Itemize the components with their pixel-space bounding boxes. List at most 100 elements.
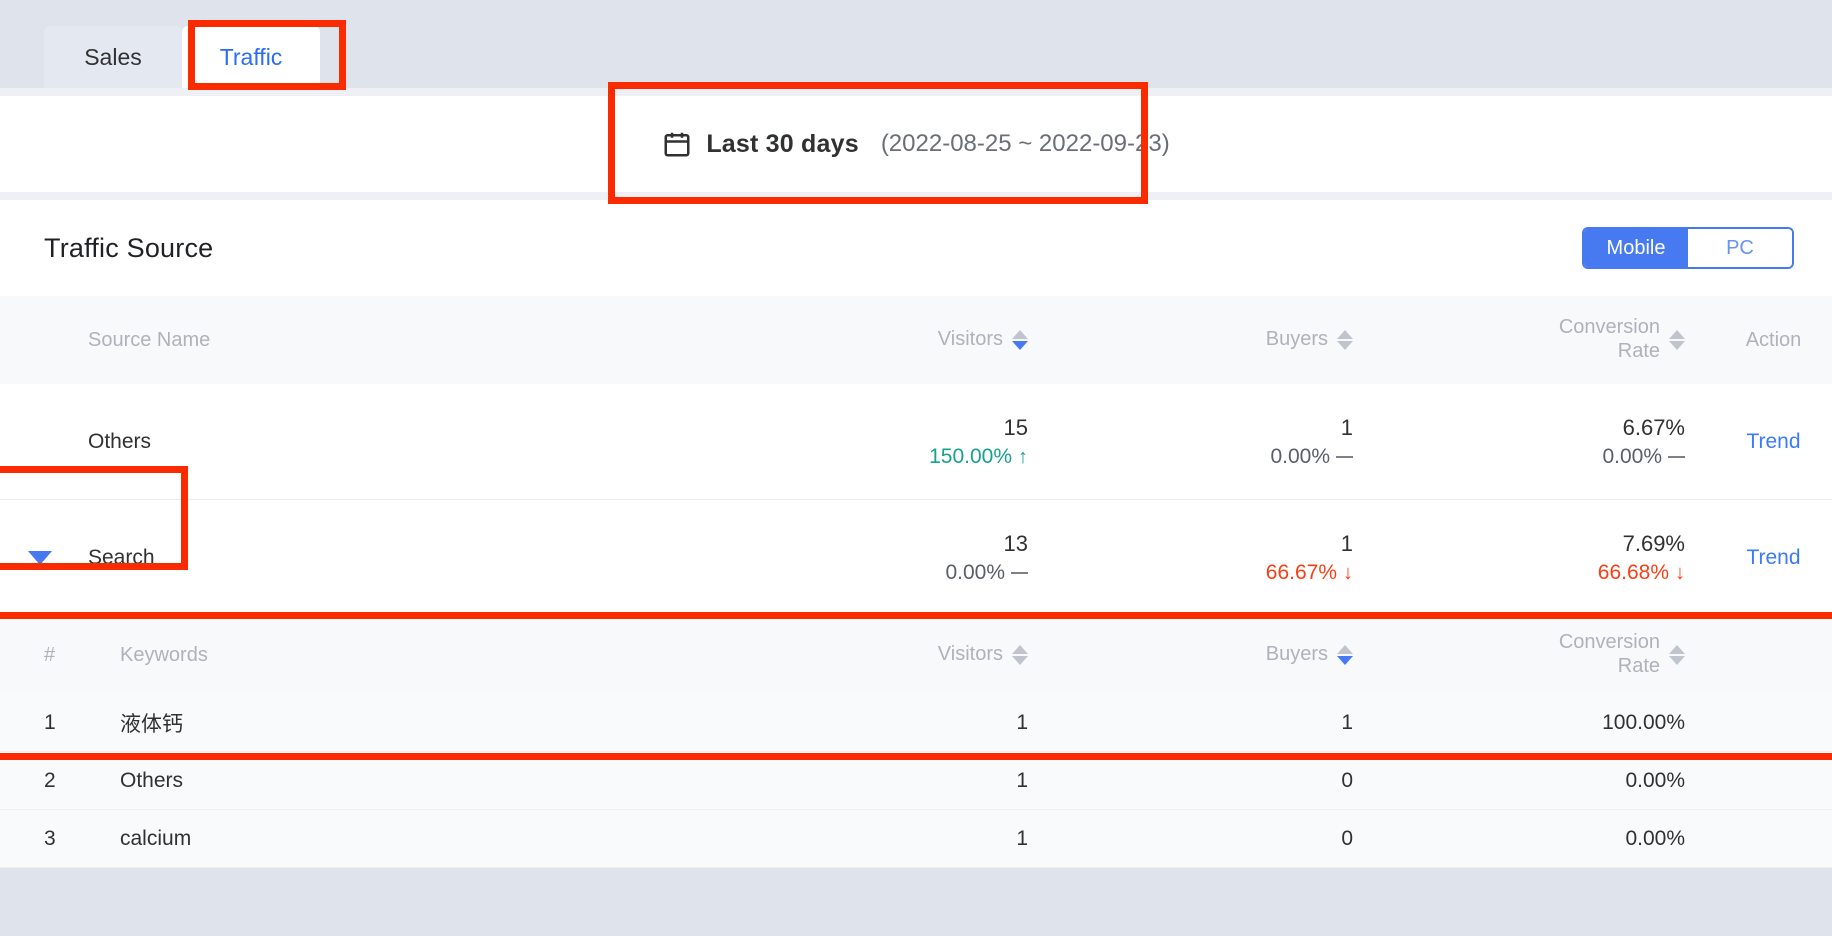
- date-range-picker[interactable]: Last 30 days (2022-08-25 ~ 2022-09-23): [0, 96, 1832, 192]
- header-keyword-visitors-label: Visitors: [937, 643, 1003, 666]
- keyword-visitors: 1: [1016, 826, 1028, 850]
- sort-desc-arrow-icon: [1337, 341, 1353, 350]
- sort-asc-arrow-icon: [1669, 645, 1685, 654]
- header-conversion-rate[interactable]: Conversion Rate: [1415, 316, 1715, 363]
- sort-keyword-conversion-icon[interactable]: [1669, 645, 1685, 665]
- visitors-value: 15: [1003, 414, 1028, 440]
- buyers-value: 1: [1340, 414, 1353, 440]
- visitors-value: 13: [1003, 530, 1028, 556]
- tab-traffic[interactable]: Traffic: [182, 26, 320, 88]
- header-conversion-rate-label: Conversion Rate: [1559, 316, 1660, 363]
- header-keyword-conversion[interactable]: Conversion Rate: [1415, 631, 1715, 678]
- keyword-visitors: 1: [1016, 768, 1028, 792]
- traffic-source-card: Traffic Source Mobile PC Source Name Vis…: [0, 200, 1832, 868]
- buyers-delta-value: 0.00%: [1270, 444, 1330, 468]
- date-range-label: Last 30 days: [706, 129, 859, 158]
- flat-dash-icon: [1336, 455, 1353, 458]
- arrow-down-icon: ↓: [1675, 561, 1685, 584]
- header-visitors-label: Visitors: [937, 328, 1003, 351]
- tab-sales[interactable]: Sales: [44, 26, 182, 88]
- keyword-name: calcium: [120, 826, 192, 850]
- date-range-value: (2022-08-25 ~ 2022-09-23): [880, 130, 1170, 157]
- trend-link[interactable]: Trend: [1746, 546, 1800, 569]
- device-toggle-mobile[interactable]: Mobile: [1584, 229, 1688, 267]
- sort-asc-arrow-icon: [1669, 330, 1685, 339]
- list-item[interactable]: 1 液体钙 1 1 100.00%: [0, 694, 1832, 752]
- header-keyword-buyers-label: Buyers: [1265, 643, 1328, 666]
- conversion-delta-value: 0.00%: [1602, 444, 1662, 468]
- conversion-value: 6.67%: [1622, 414, 1685, 440]
- arrow-down-icon: ↓: [1343, 561, 1353, 584]
- source-row-name-search[interactable]: Search: [0, 546, 760, 570]
- header-keyword: Keywords: [120, 643, 208, 666]
- source-row-name: Search: [88, 545, 155, 569]
- keyword-buyers: 0: [1341, 826, 1353, 850]
- keyword-conversion: 0.00%: [1625, 768, 1685, 792]
- sort-desc-arrow-icon: [1012, 656, 1028, 665]
- source-row-buyers: 1 66.67% ↓: [1090, 531, 1415, 585]
- header-source-name: Source Name: [88, 328, 211, 351]
- device-toggle: Mobile PC: [1582, 227, 1794, 269]
- keyword-buyers: 1: [1341, 710, 1353, 734]
- keywords-subtable: # Keywords Visitors Buyers Conversion Ra…: [0, 612, 1832, 868]
- device-toggle-pc-label: PC: [1726, 236, 1754, 259]
- sort-asc-arrow-icon: [1012, 330, 1028, 339]
- chevron-down-icon[interactable]: [28, 550, 52, 565]
- header-keyword-index: #: [44, 643, 56, 666]
- header-keyword-buyers[interactable]: Buyers: [1090, 643, 1415, 667]
- sort-keyword-buyers-icon[interactable]: [1337, 645, 1353, 665]
- card-header: Traffic Source Mobile PC: [0, 200, 1832, 296]
- buyers-delta: 0.00%: [1270, 445, 1353, 469]
- calendar-icon: [662, 129, 692, 159]
- device-toggle-pc[interactable]: PC: [1688, 229, 1792, 267]
- tab-traffic-label: Traffic: [219, 43, 283, 70]
- conversion-delta: 0.00%: [1602, 445, 1685, 469]
- visitors-delta-value: 150.00%: [929, 444, 1012, 468]
- header-keyword-conv-line2: Rate: [1617, 655, 1660, 677]
- sort-keyword-visitors-icon[interactable]: [1012, 645, 1028, 665]
- header-keyword-conv-line1: Conversion: [1558, 631, 1660, 654]
- keyword-name: 液体钙: [120, 712, 183, 736]
- list-item[interactable]: 2 Others 1 0 0.00%: [0, 752, 1832, 810]
- sort-conversion-icon[interactable]: [1669, 330, 1685, 350]
- source-row-name: Others: [88, 429, 152, 453]
- source-row-conversion: 6.67% 0.00%: [1415, 415, 1715, 469]
- visitors-delta: 0.00%: [945, 561, 1028, 585]
- header-visitors[interactable]: Visitors: [760, 328, 1090, 352]
- sort-desc-arrow-icon: [1669, 341, 1685, 350]
- source-row-action: Trend: [1715, 546, 1832, 570]
- header-buyers[interactable]: Buyers: [1090, 328, 1415, 352]
- source-row-buyers: 1 0.00%: [1090, 415, 1415, 469]
- source-row-action: Trend: [1715, 430, 1832, 454]
- sort-visitors-icon[interactable]: [1012, 330, 1028, 350]
- source-table-header: Source Name Visitors Buyers Conversion R…: [0, 296, 1832, 384]
- visitors-delta-value: 0.00%: [945, 560, 1005, 584]
- page-title: Traffic Source: [44, 232, 214, 263]
- conversion-delta-value: 66.68%: [1597, 560, 1669, 584]
- source-row-conversion: 7.69% 66.68% ↓: [1415, 531, 1715, 585]
- header-buyers-label: Buyers: [1265, 328, 1328, 351]
- trend-link[interactable]: Trend: [1746, 430, 1800, 453]
- top-tab-bar: Sales Traffic: [0, 0, 1832, 90]
- conversion-value: 7.69%: [1622, 530, 1685, 556]
- keyword-conversion: 100.00%: [1602, 710, 1685, 734]
- sort-desc-arrow-icon: [1012, 341, 1028, 350]
- date-filter-bar: Last 30 days (2022-08-25 ~ 2022-09-23): [0, 82, 1832, 204]
- buyers-delta-value: 66.67%: [1265, 560, 1337, 584]
- list-item[interactable]: 3 calcium 1 0 0.00%: [0, 810, 1832, 868]
- table-row[interactable]: Others 15 150.00% ↑ 1 0.00% 6.67% 0.00% …: [0, 384, 1832, 500]
- header-keyword-visitors[interactable]: Visitors: [760, 643, 1090, 667]
- table-row[interactable]: Search 13 0.00% 1 66.67% ↓ 7.69% 66.68% …: [0, 466, 1832, 616]
- sort-asc-arrow-icon: [1337, 330, 1353, 339]
- keyword-conversion: 0.00%: [1625, 826, 1685, 850]
- header-action: Action: [1745, 328, 1802, 351]
- header-keyword-conversion-label: Conversion Rate: [1559, 631, 1660, 678]
- sort-desc-arrow-icon: [1337, 656, 1353, 665]
- sort-buyers-icon[interactable]: [1337, 330, 1353, 350]
- keyword-index: 2: [44, 768, 56, 792]
- conversion-delta: 66.68% ↓: [1598, 561, 1685, 585]
- keyword-index: 3: [44, 826, 56, 850]
- keyword-buyers: 0: [1341, 768, 1353, 792]
- source-row-visitors: 13 0.00%: [760, 531, 1090, 585]
- header-conversion-line1: Conversion: [1558, 316, 1660, 339]
